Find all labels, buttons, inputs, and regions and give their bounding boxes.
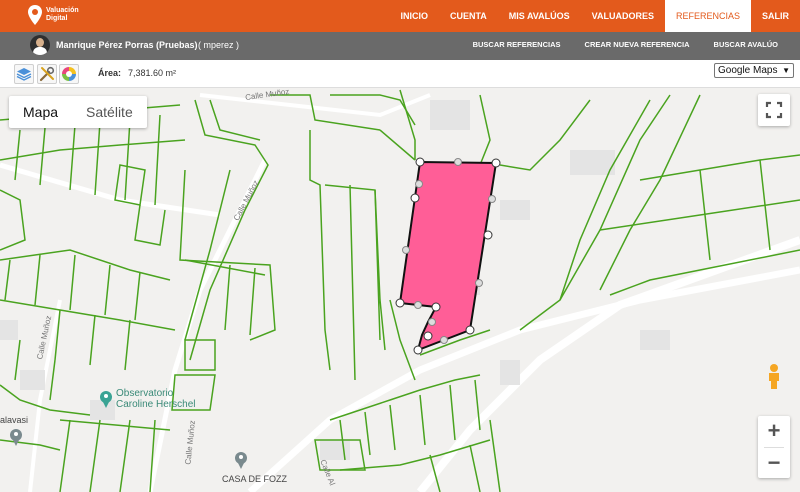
map-type-switch: Mapa Satélite	[9, 96, 147, 128]
logo-text: Valuación Digital	[46, 7, 79, 23]
link-buscar-avaluo[interactable]: BUSCAR AVALÚO	[714, 40, 778, 49]
nav-mis-avaluos[interactable]: MIS AVALÚOS	[498, 0, 581, 32]
logo[interactable]: Valuación Digital	[28, 5, 79, 25]
avatar	[30, 35, 50, 55]
nav-inicio[interactable]: INICIO	[389, 0, 439, 32]
fullscreen-icon	[765, 101, 783, 119]
map-type-satelite[interactable]: Satélite	[72, 96, 147, 128]
poi-casa-de-fozz[interactable]: CASA DE FOZZ	[222, 474, 287, 484]
poi-alavasi[interactable]: alavasi	[0, 415, 28, 425]
map-toolbar: Área: 7,381.60 m² Google Maps ▼	[0, 60, 800, 88]
zoom-out-button[interactable]: −	[758, 448, 790, 478]
fullscreen-button[interactable]	[758, 94, 790, 126]
link-crear-nueva-referencia[interactable]: CREAR NUEVA REFERENCIA	[585, 40, 690, 49]
nav-cuenta[interactable]: CUENTA	[439, 0, 498, 32]
map-canvas[interactable]: Calle Muñoz Calle Muñoz Calle Muñoz Call…	[0, 88, 800, 492]
logo-line2: Digital	[46, 15, 68, 22]
map-provider-select[interactable]: Google Maps ▼	[714, 63, 794, 78]
map-drawing	[0, 89, 800, 492]
main-nav: INICIO CUENTA MIS AVALÚOS VALUADORES REF…	[389, 0, 800, 32]
chevron-down-icon: ▼	[782, 66, 790, 75]
map-type-mapa[interactable]: Mapa	[9, 96, 72, 128]
sub-nav: BUSCAR REFERENCIAS CREAR NUEVA REFERENCI…	[473, 40, 778, 49]
poi-observatory-label[interactable]: Observatorio Caroline Herschel	[116, 388, 195, 410]
nav-valuadores[interactable]: VALUADORES	[581, 0, 665, 32]
nav-salir[interactable]: SALIR	[751, 0, 800, 32]
street-view-pegman[interactable]	[758, 360, 790, 392]
user-bar: Manrique Pérez Porras (Pruebas) ( mperez…	[0, 32, 800, 60]
top-navbar: Valuación Digital INICIO CUENTA MIS AVAL…	[0, 0, 800, 32]
user-name: Manrique Pérez Porras (Pruebas)	[56, 40, 198, 50]
area-value: 7,381.60 m²	[128, 68, 177, 78]
tools-button[interactable]	[37, 64, 57, 84]
place-pin-icon	[235, 452, 247, 469]
zoom-controls: + −	[758, 416, 790, 478]
map-provider-value: Google Maps	[718, 65, 778, 76]
tools-icon	[39, 66, 55, 82]
color-button[interactable]	[59, 64, 79, 84]
location-pin-logo-icon	[28, 5, 42, 25]
poi-observatory-line1: Observatorio	[116, 388, 174, 399]
pegman-icon	[769, 364, 779, 389]
area-label: Área:	[98, 68, 122, 78]
layers-icon	[16, 68, 32, 81]
nav-referencias[interactable]: REFERENCIAS	[664, 0, 751, 32]
place-pin-icon-left	[10, 429, 22, 446]
zoom-in-button[interactable]: +	[758, 416, 790, 446]
logo-line1: Valuación	[46, 7, 79, 14]
link-buscar-referencias[interactable]: BUSCAR REFERENCIAS	[473, 40, 561, 49]
poi-observatory-line2: Caroline Herschel	[116, 399, 196, 410]
color-wheel-icon	[62, 67, 76, 81]
user-login: ( mperez )	[198, 40, 240, 50]
layers-button[interactable]	[14, 64, 34, 84]
